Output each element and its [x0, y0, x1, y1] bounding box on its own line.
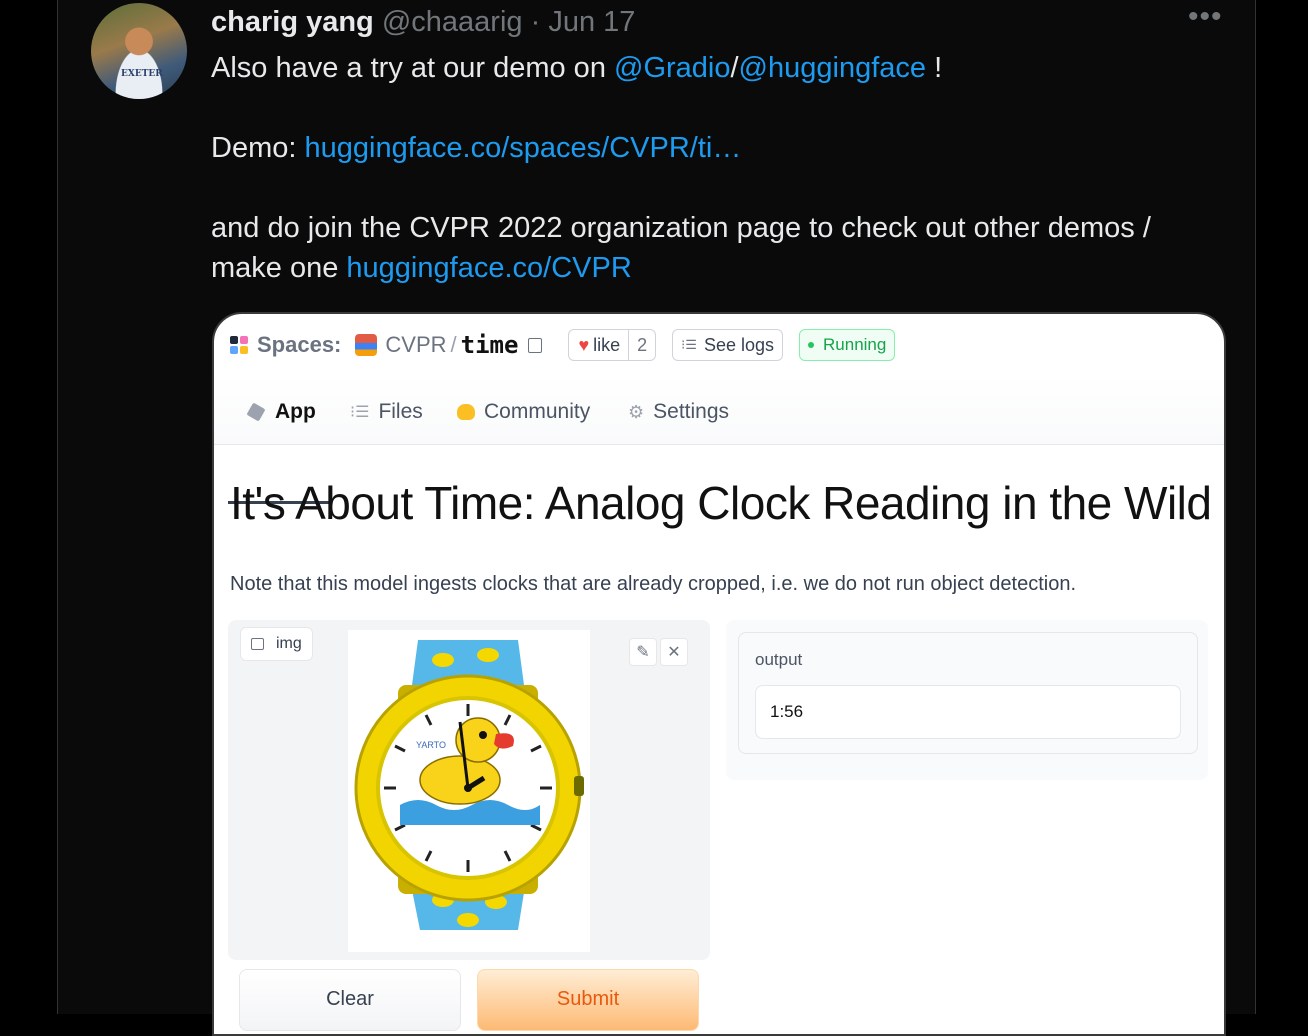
see-logs-label: See logs [703, 334, 775, 355]
cube-icon [246, 402, 266, 422]
remove-image-button[interactable]: ✕ [660, 638, 688, 666]
like-count: 2 [628, 330, 655, 360]
logs-icon: ⁝☰ [681, 337, 697, 352]
separator: · [530, 6, 541, 38]
tweet-header: charig yang @chaaarig · Jun 17 [211, 6, 635, 39]
tweet-line-1: Also have a try at our demo on @Gradio/@… [211, 48, 942, 88]
watch-brand: YARTO [416, 740, 447, 750]
gear-icon: ⚙ [628, 401, 645, 422]
files-icon: ⁝☰ [350, 404, 370, 421]
gradio-mention-link[interactable]: @Gradio [614, 52, 730, 84]
avatar[interactable]: EXETER [91, 3, 187, 99]
like-button[interactable]: ♥ like 2 [568, 329, 657, 361]
tab-files-label: Files [378, 400, 423, 423]
timeline-border-right [1255, 0, 1256, 1014]
edit-image-button[interactable]: ✎ [629, 638, 657, 666]
org-avatar [355, 334, 378, 356]
line4-text: make one [211, 252, 347, 284]
see-logs-button[interactable]: ⁝☰ See logs [672, 329, 784, 361]
status-badge: Running [799, 329, 896, 361]
space-name-link[interactable]: time [461, 331, 519, 359]
heart-icon: ♥ [578, 334, 590, 355]
tweet-media-card[interactable]: Spaces: CVPR / time ♥ like 2 ⁝☰ See logs… [212, 312, 1226, 1036]
tab-bar: App ⁝☰ Files Community ⚙ Settings [214, 374, 1224, 504]
image-icon [251, 638, 264, 650]
submit-button[interactable]: Submit [477, 969, 699, 1031]
line1-suffix: ! [926, 52, 943, 84]
clear-button[interactable]: Clear [239, 969, 461, 1031]
app-description: Note that this model ingests clocks that… [230, 573, 1077, 595]
org-name-link[interactable]: CVPR [385, 332, 446, 358]
avatar-shirt-text: EXETER [121, 69, 163, 79]
output-panel: output 1:56 [726, 620, 1208, 780]
tweet-line-4: make one huggingface.co/CVPR [211, 248, 632, 288]
tweet-date[interactable]: Jun 17 [548, 6, 635, 38]
author-handle[interactable]: @chaaarig [382, 6, 523, 38]
like-label: like [593, 334, 621, 355]
spaces-logo-icon [230, 336, 248, 354]
tab-settings[interactable]: ⚙ Settings [628, 400, 729, 424]
cvpr-org-link[interactable]: huggingface.co/CVPR [346, 252, 631, 284]
status-dot-icon [808, 342, 815, 348]
page-title: It's About Time: Analog Clock Reading in… [230, 477, 1212, 529]
author-name[interactable]: charig yang [211, 6, 374, 38]
more-options-icon[interactable]: ••• [1188, 0, 1223, 34]
huggingface-mention-link[interactable]: @huggingface [739, 52, 926, 84]
output-label: output [755, 650, 803, 669]
tab-community[interactable]: Community [457, 400, 590, 424]
line1-slash: / [730, 52, 739, 84]
output-block: output 1:56 [738, 632, 1198, 754]
tab-community-label: Community [484, 400, 591, 423]
line1-text: Also have a try at our demo on [211, 52, 614, 84]
tab-settings-label: Settings [653, 400, 730, 423]
status-label: Running [823, 335, 887, 354]
tab-files[interactable]: ⁝☰ Files [350, 400, 423, 424]
tweet-line-2: Demo: huggingface.co/spaces/CVPR/ti… [211, 128, 741, 168]
output-textbox[interactable]: 1:56 [755, 685, 1181, 739]
tweet-line-3: and do join the CVPR 2022 organization p… [211, 212, 1151, 244]
tab-app-label: App [275, 400, 316, 423]
spaces-header: Spaces: CVPR / time ♥ like 2 ⁝☰ See logs… [230, 328, 896, 362]
watch-image [354, 640, 584, 930]
copy-icon[interactable] [528, 337, 543, 353]
spaces-label: Spaces: [257, 332, 342, 357]
image-input-panel[interactable]: YARTO img ✎ ✕ [228, 620, 710, 960]
community-hand-icon [457, 404, 475, 420]
tab-app[interactable]: App [246, 400, 316, 424]
path-slash: / [450, 332, 457, 357]
img-label-text: img [276, 635, 302, 652]
output-value: 1:56 [770, 702, 804, 721]
uploaded-image: YARTO [348, 630, 590, 952]
close-icon: ✕ [667, 644, 681, 661]
pencil-icon: ✎ [636, 644, 650, 661]
img-input-label: img [240, 627, 313, 661]
line2-text: Demo: [211, 132, 305, 164]
demo-link[interactable]: huggingface.co/spaces/CVPR/ti… [304, 132, 741, 164]
